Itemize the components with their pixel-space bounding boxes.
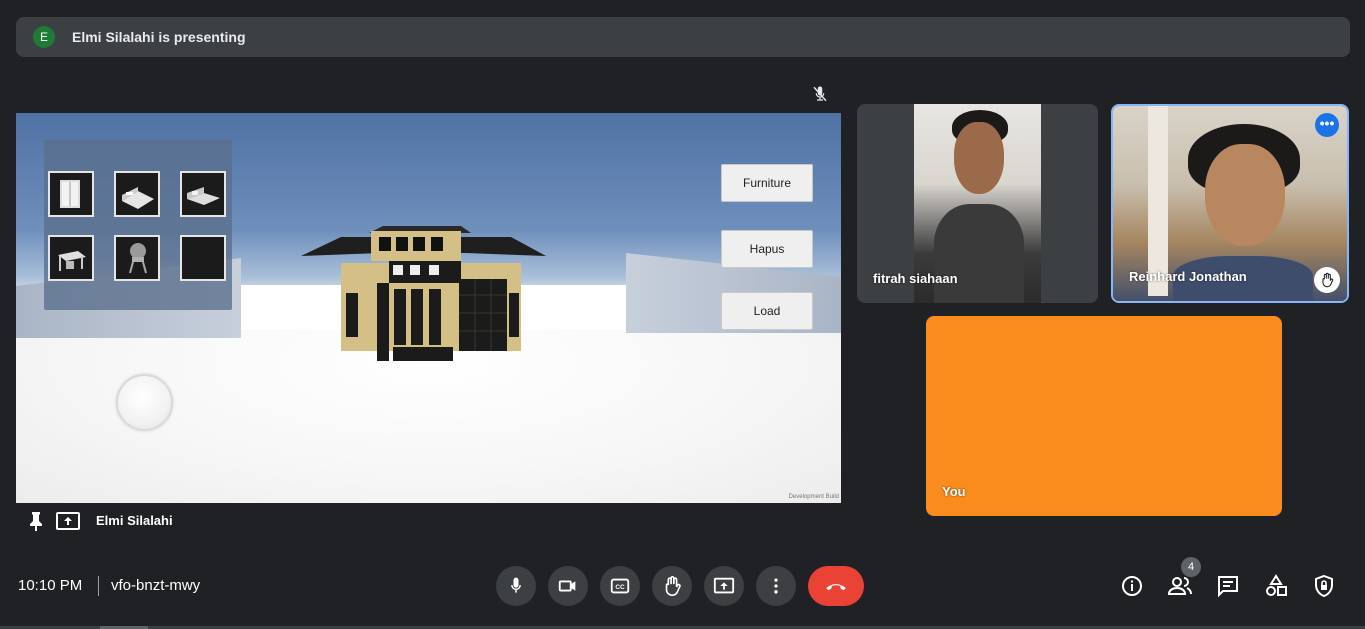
mic-off-icon — [813, 86, 827, 102]
participant-tile-you[interactable]: You — [926, 316, 1282, 516]
participant-name: Reinhard Jonathan — [1129, 269, 1247, 284]
presenting-text: Elmi Silalahi is presenting — [72, 29, 246, 45]
more-options-icon — [774, 578, 778, 594]
participant-tile-fitrah[interactable]: fitrah siahaan — [857, 104, 1098, 303]
raise-hand-button[interactable] — [652, 566, 692, 606]
meeting-code: vfo-bnzt-mwy — [111, 577, 201, 594]
raised-hand-icon — [1314, 267, 1340, 293]
wardrobe-thumbnail[interactable] — [48, 171, 94, 217]
mic-icon — [511, 577, 521, 593]
camera-button[interactable] — [548, 566, 588, 606]
captions-button[interactable]: CC — [600, 566, 640, 606]
meeting-details-button[interactable] — [1118, 572, 1146, 600]
development-build-watermark: Development Build — [788, 494, 839, 500]
pin-icon[interactable] — [28, 511, 44, 531]
participant-name: You — [942, 484, 966, 499]
chat-icon — [1218, 576, 1238, 598]
host-controls-button[interactable] — [1310, 572, 1338, 600]
presenter-name: Elmi Silalahi — [96, 513, 173, 528]
divider — [98, 576, 99, 596]
furniture-button[interactable]: Furniture — [721, 164, 813, 202]
present-now-button[interactable] — [704, 566, 744, 606]
sofa-thumbnail[interactable] — [180, 171, 226, 217]
shared-screen: Furniture Hapus Load Development Build — [16, 113, 841, 503]
chair-thumbnail[interactable] — [114, 235, 160, 281]
desk-thumbnail[interactable] — [48, 235, 94, 281]
activities-icon — [1266, 574, 1287, 596]
present-screen-icon — [56, 512, 80, 530]
mic-button[interactable] — [496, 566, 536, 606]
people-button[interactable] — [1166, 572, 1194, 600]
host-controls-icon — [1315, 574, 1333, 598]
leave-call-button[interactable] — [808, 566, 864, 606]
end-call-icon — [826, 584, 846, 591]
furniture-panel — [44, 140, 232, 310]
people-icon — [1167, 577, 1192, 595]
empty-thumbnail[interactable] — [180, 235, 226, 281]
presenting-banner: E Elmi Silalahi is presenting — [16, 17, 1350, 57]
present-screen-icon — [713, 577, 735, 594]
raise-hand-icon — [665, 576, 681, 596]
participant-name: fitrah siahaan — [873, 271, 958, 286]
presenter-avatar: E — [33, 26, 55, 48]
bed-thumbnail[interactable] — [114, 171, 160, 217]
activities-button[interactable] — [1262, 572, 1290, 600]
captions-icon: CC — [610, 578, 630, 594]
house-model — [301, 226, 546, 361]
svg-text:CC: CC — [615, 584, 625, 591]
virtual-joystick[interactable] — [116, 374, 173, 431]
hapus-button[interactable]: Hapus — [721, 230, 813, 268]
meeting-time: 10:10 PM — [18, 577, 83, 594]
load-button[interactable]: Load — [721, 292, 813, 330]
participant-tile-reinhard[interactable]: ••• Reinhard Jonathan — [1111, 104, 1349, 303]
more-options-button[interactable] — [756, 566, 796, 606]
more-options-icon[interactable]: ••• — [1315, 113, 1339, 137]
camera-icon — [558, 580, 576, 592]
chat-button[interactable] — [1214, 572, 1242, 600]
info-icon — [1122, 576, 1142, 596]
